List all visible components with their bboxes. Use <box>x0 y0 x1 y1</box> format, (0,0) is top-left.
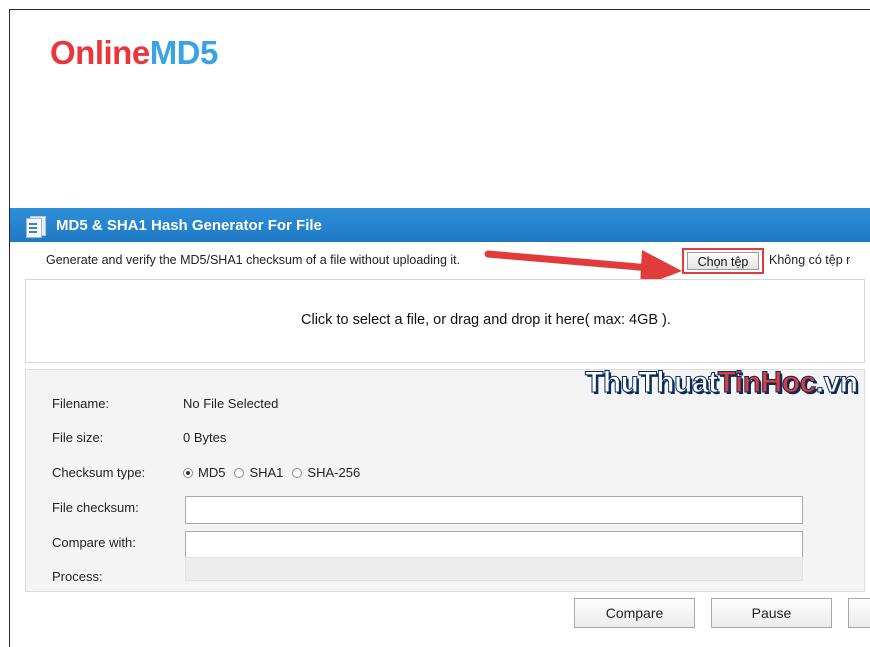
document-icon <box>24 214 46 238</box>
radio-sha1-label: SHA1 <box>249 465 284 480</box>
logo-part-md5: MD5 <box>149 34 219 71</box>
logo-part-online: Online <box>50 34 150 71</box>
compare-button[interactable]: Compare <box>574 598 695 628</box>
radio-sha256-label: SHA-256 <box>307 465 361 480</box>
checksum-type-label: Checksum type: <box>52 465 146 480</box>
panel-description: Generate and verify the MD5/SHA1 checksu… <box>46 253 461 267</box>
choose-file-button[interactable]: Chọn tệp <box>687 252 759 270</box>
checksum-type-group: MD5 SHA1 SHA-256 <box>183 465 369 480</box>
radio-sha256[interactable]: SHA-256 <box>292 465 360 480</box>
radio-md5-label: MD5 <box>198 465 226 480</box>
watermark-logo: ThuThuatTinHoc.vn <box>585 366 859 400</box>
compare-with-label: Compare with: <box>52 535 136 550</box>
file-dropzone[interactable]: Click to select a file, or drag and drop… <box>25 279 865 363</box>
dropzone-text: Click to select a file, or drag and drop… <box>301 312 671 328</box>
process-label: Process: <box>52 569 103 584</box>
filesize-value: 0 Bytes <box>183 430 227 445</box>
radio-sha256-circle[interactable] <box>292 467 303 478</box>
file-checksum-label: File checksum: <box>52 500 139 515</box>
no-file-status: Không có tệp r <box>769 253 851 267</box>
filename-value: No File Selected <box>183 396 279 411</box>
partial-button[interactable] <box>848 598 870 628</box>
site-logo[interactable]: OnlineMD5 <box>50 34 218 72</box>
panel-title: MD5 & SHA1 Hash Generator For File <box>56 216 322 234</box>
file-checksum-input[interactable] <box>185 496 803 524</box>
watermark-part2: TinHoc <box>717 366 817 400</box>
watermark-part1: ThuThuat <box>585 366 719 400</box>
pause-button[interactable]: Pause <box>711 598 832 628</box>
radio-sha1[interactable]: SHA1 <box>234 465 283 480</box>
process-progress-bar <box>185 557 803 581</box>
filename-label: Filename: <box>52 396 110 411</box>
panel-header: MD5 & SHA1 Hash Generator For File <box>10 208 870 242</box>
radio-md5-circle[interactable] <box>183 467 193 478</box>
radio-sha1-circle[interactable] <box>234 467 245 478</box>
compare-with-input[interactable] <box>185 531 803 559</box>
watermark-part3: .vn <box>815 366 858 400</box>
radio-md5[interactable]: MD5 <box>183 465 225 480</box>
filesize-label: File size: <box>52 430 104 445</box>
choose-file-highlight: Chọn tệp <box>682 248 764 274</box>
